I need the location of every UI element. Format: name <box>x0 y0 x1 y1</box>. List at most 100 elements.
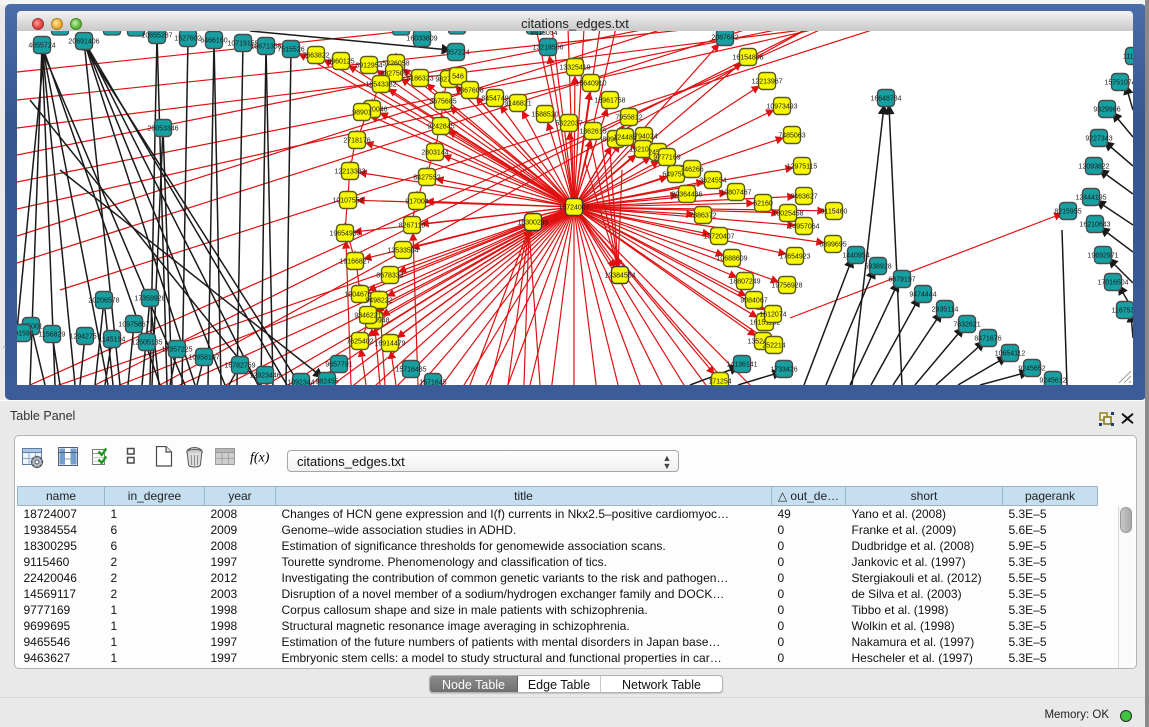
svg-text:12213967: 12213967 <box>751 79 782 86</box>
svg-text:29053346: 29053346 <box>147 126 178 133</box>
svg-text:8678334: 8678334 <box>376 273 403 280</box>
svg-text:2803144: 2803144 <box>421 150 448 157</box>
svg-text:9777169: 9777169 <box>653 155 680 162</box>
svg-text:19756928: 19756928 <box>771 283 802 290</box>
svg-text:17957225: 17957225 <box>161 347 192 354</box>
svg-text:10973493: 10973493 <box>766 104 797 111</box>
svg-text:98901: 98901 <box>352 110 372 117</box>
svg-text:111234: 111234 <box>1123 54 1133 61</box>
svg-text:9657791: 9657791 <box>325 362 352 369</box>
svg-text:18724007: 18724007 <box>558 205 589 212</box>
svg-text:2087682: 2087682 <box>711 35 738 42</box>
svg-text:10688609: 10688609 <box>716 256 747 263</box>
svg-text:15720407: 15720407 <box>703 234 734 241</box>
svg-text:10654112: 10654112 <box>995 351 1026 358</box>
svg-text:18300295: 18300295 <box>517 220 548 227</box>
svg-text:2718176: 2718176 <box>343 138 370 145</box>
svg-text:20691406: 20691406 <box>68 39 99 46</box>
svg-text:252214: 252214 <box>762 343 785 350</box>
svg-text:746266: 746266 <box>680 167 703 174</box>
svg-text:16210643: 16210643 <box>1079 222 1110 229</box>
svg-text:1362615: 1362615 <box>579 129 606 136</box>
svg-text:16914479: 16914479 <box>374 341 405 348</box>
svg-text:7632621: 7632621 <box>953 322 980 329</box>
svg-text:13533594: 13533594 <box>387 248 418 255</box>
svg-text:8427552: 8427552 <box>413 175 440 182</box>
svg-text:1527602: 1527602 <box>174 36 201 43</box>
svg-text:15640910: 15640910 <box>575 81 606 88</box>
svg-text:917004: 917004 <box>405 199 428 206</box>
svg-text:12444195: 12444195 <box>1075 195 1106 202</box>
svg-text:5938928: 5938928 <box>864 264 891 271</box>
svg-text:8471676: 8471676 <box>974 336 1001 343</box>
svg-text:3624554: 3624554 <box>699 178 726 185</box>
svg-text:8912954: 8912954 <box>355 63 382 70</box>
svg-text:171254: 171254 <box>708 379 731 386</box>
svg-text:20364436: 20364436 <box>671 192 702 199</box>
svg-text:9463627: 9463627 <box>790 194 817 201</box>
svg-text:17654923: 17654923 <box>779 254 810 261</box>
svg-text:4055724: 4055724 <box>28 43 55 50</box>
svg-text:9227343: 9227343 <box>1085 136 1112 143</box>
svg-text:14957064: 14957064 <box>788 224 819 231</box>
svg-text:15751074: 15751074 <box>1104 80 1133 87</box>
svg-text:10807467: 10807467 <box>720 190 751 197</box>
svg-text:19166827: 19166827 <box>339 259 370 266</box>
svg-text:8813054: 8813054 <box>530 31 557 37</box>
svg-text:5322037: 5322037 <box>555 121 582 128</box>
svg-text:10655287: 10655287 <box>141 33 172 40</box>
svg-text:9474444: 9474444 <box>909 292 936 299</box>
svg-text:6466160: 6466160 <box>200 38 227 45</box>
svg-text:10025458: 10025458 <box>772 211 803 218</box>
svg-text:8186323: 8186323 <box>406 76 433 83</box>
svg-text:7625402: 7625402 <box>346 339 373 346</box>
svg-text:9146821: 9146821 <box>504 101 531 108</box>
svg-text:7663822: 7663822 <box>302 53 329 60</box>
svg-text:16154808: 16154808 <box>732 55 763 62</box>
svg-text:124485: 124485 <box>613 135 636 142</box>
svg-text:15716485: 15716485 <box>395 367 426 374</box>
svg-text:f(x): f(x) <box>250 451 270 466</box>
svg-text:1092344: 1092344 <box>287 380 314 386</box>
svg-text:8215955: 8215955 <box>1054 209 1081 216</box>
svg-text:1612074: 1612074 <box>759 312 786 319</box>
svg-text:12093822: 12093822 <box>1078 164 1109 171</box>
svg-text:9498222: 9498222 <box>365 298 392 305</box>
svg-text:1167534: 1167534 <box>1112 308 1133 315</box>
svg-text:16033809: 16033809 <box>406 36 437 43</box>
svg-text:1156829: 1156829 <box>39 332 66 339</box>
svg-text:20206578: 20206578 <box>88 298 119 305</box>
svg-text:9115460: 9115460 <box>821 209 848 216</box>
svg-text:18807249: 18807249 <box>729 279 760 286</box>
svg-text:546: 546 <box>452 74 464 81</box>
svg-text:7485063: 7485063 <box>778 133 805 140</box>
svg-text:2367608: 2367608 <box>456 88 483 95</box>
svg-text:16543382: 16543382 <box>365 82 396 89</box>
svg-text:7357224: 7357224 <box>442 50 469 57</box>
svg-text:16782759: 16782759 <box>224 363 255 370</box>
svg-text:1733426: 1733426 <box>770 367 797 374</box>
svg-text:12923446: 12923446 <box>249 373 280 380</box>
svg-text:19384554: 19384554 <box>604 273 635 280</box>
svg-text:1145194: 1145194 <box>99 337 126 344</box>
svg-text:14136141: 14136141 <box>726 362 757 369</box>
svg-text:13325419: 13325419 <box>559 65 590 72</box>
svg-text:62160: 62160 <box>753 201 773 208</box>
svg-text:7515526: 7515526 <box>277 47 304 54</box>
svg-text:1440954: 1440954 <box>842 253 869 260</box>
svg-text:10107552: 10107552 <box>332 198 363 205</box>
svg-text:9346221: 9346221 <box>354 313 381 320</box>
svg-text:12975115: 12975115 <box>787 164 818 171</box>
svg-text:10958107: 10958107 <box>188 355 219 362</box>
svg-text:1588520: 1588520 <box>531 112 558 119</box>
svg-text:7886372: 7886372 <box>689 213 716 220</box>
svg-text:12505135: 12505135 <box>131 340 162 347</box>
svg-text:6879197: 6879197 <box>888 277 915 284</box>
svg-text:12942757: 12942757 <box>69 334 100 341</box>
svg-text:17016504: 17016504 <box>1097 280 1128 287</box>
svg-text:1571645: 1571645 <box>419 380 446 386</box>
svg-text:16961758: 16961758 <box>594 98 625 105</box>
svg-text:19692971: 19692971 <box>1087 253 1118 260</box>
svg-text:2935114: 2935114 <box>932 307 959 314</box>
svg-text:9084067: 9084067 <box>740 298 767 305</box>
